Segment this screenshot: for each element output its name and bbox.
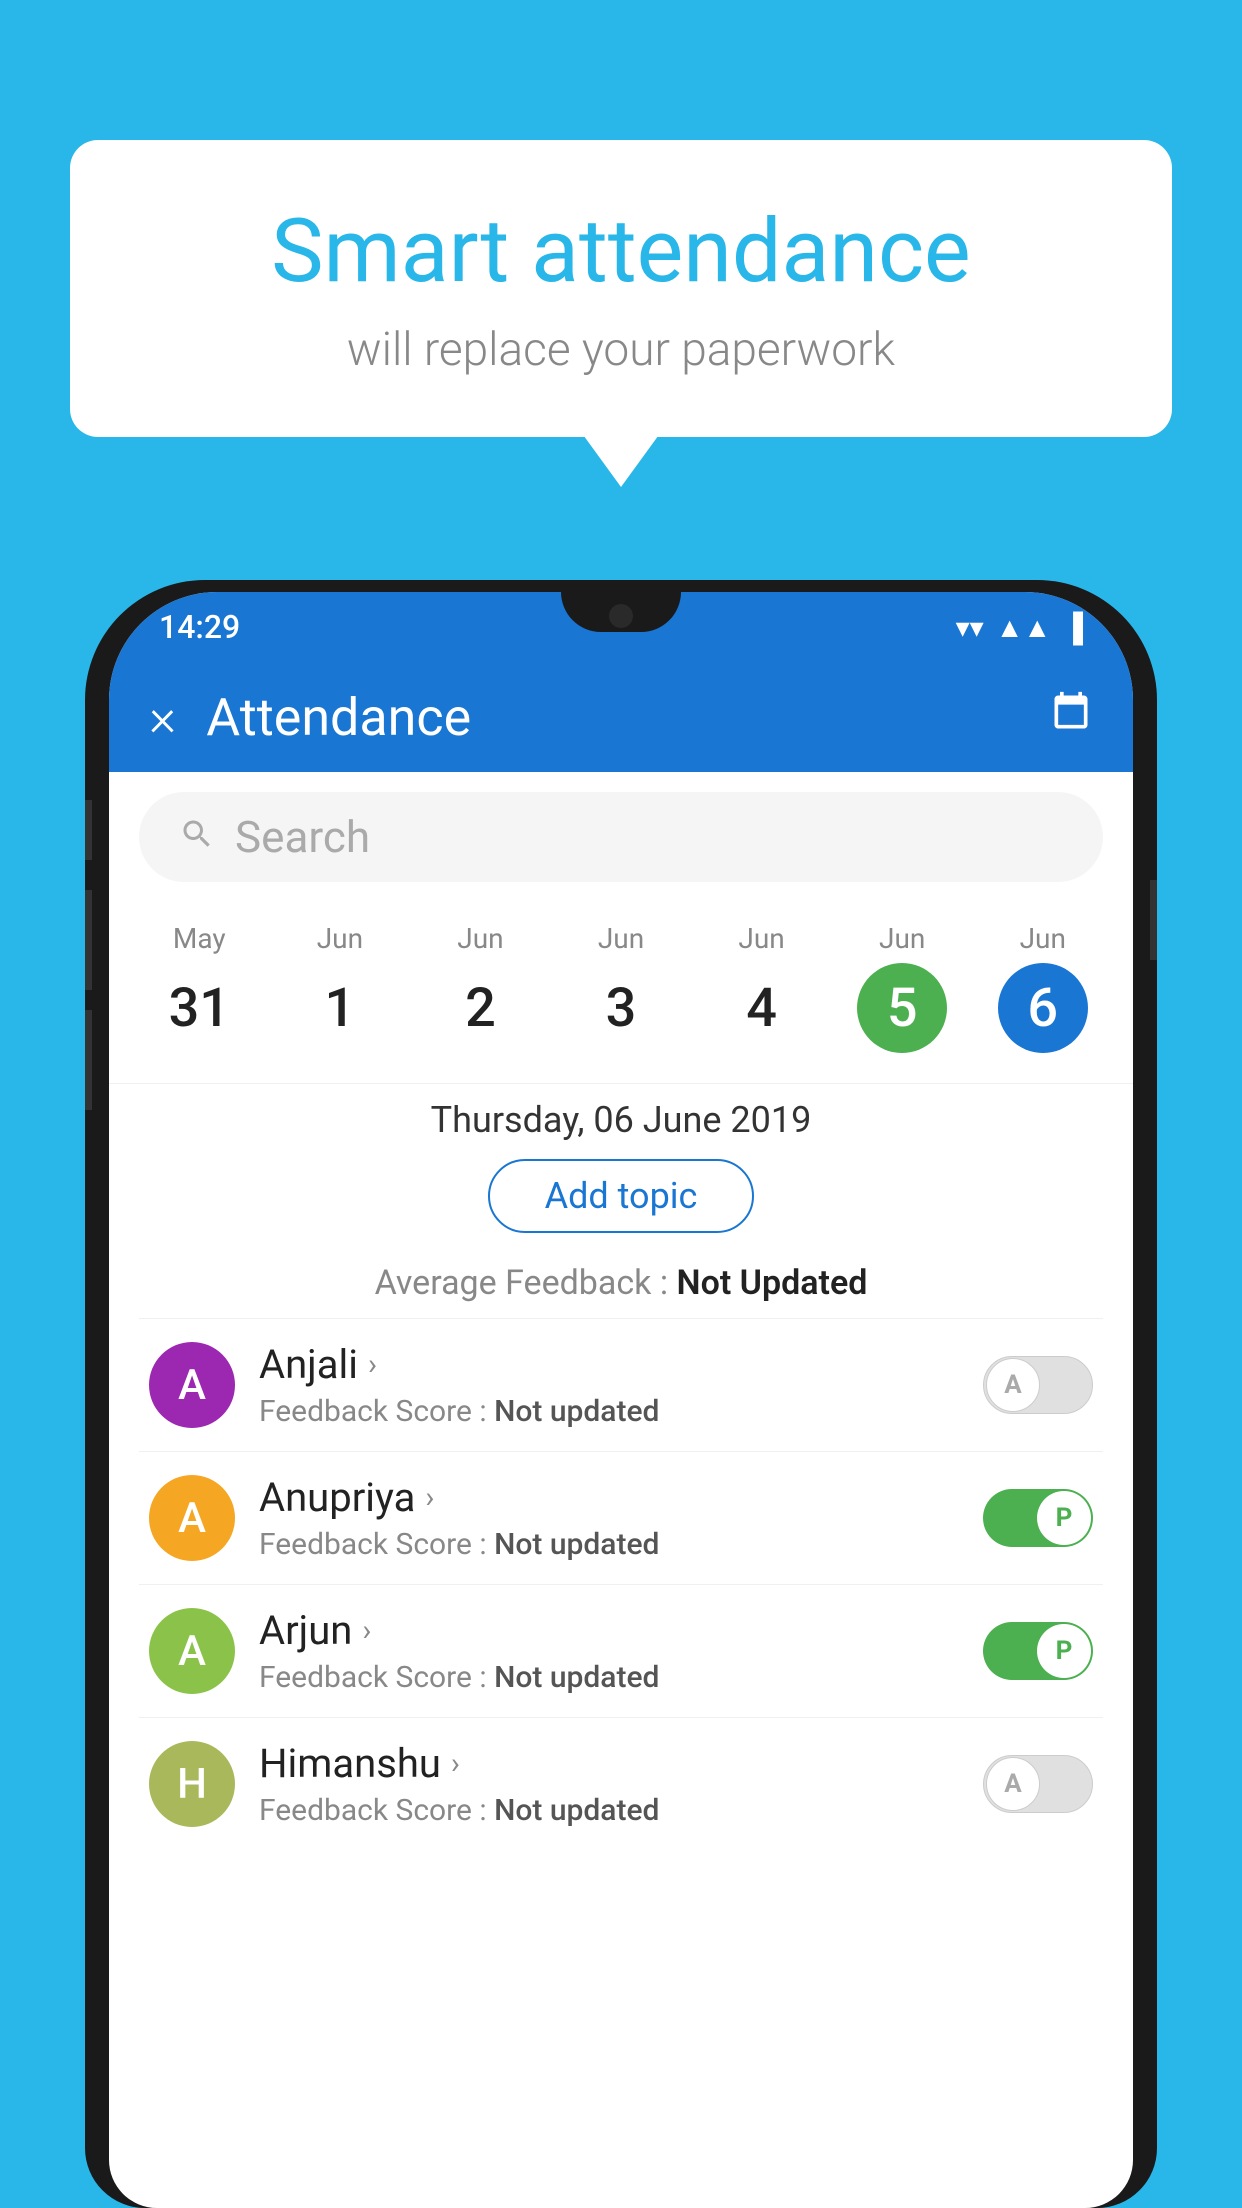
volume-up-button xyxy=(85,890,92,990)
student-info: Himanshu › Feedback Score : Not updated xyxy=(259,1740,959,1828)
signal-icon: ▲▲ xyxy=(996,611,1051,644)
status-time: 14:29 xyxy=(159,608,240,646)
student-feedback: Feedback Score : Not updated xyxy=(259,1660,959,1695)
student-avatar: H xyxy=(149,1741,235,1827)
toggle-switch[interactable]: A xyxy=(983,1356,1093,1414)
search-bar[interactable]: Search xyxy=(139,792,1103,882)
avg-feedback-value: Not Updated xyxy=(677,1263,868,1303)
search-placeholder: Search xyxy=(235,811,370,863)
chevron-icon: › xyxy=(425,1480,434,1515)
date-number[interactable]: 5 xyxy=(857,963,947,1053)
student-name: Himanshu › xyxy=(259,1740,959,1787)
student-name: Arjun › xyxy=(259,1607,959,1654)
app-bar-title: Attendance xyxy=(206,687,1049,748)
front-camera xyxy=(609,604,633,628)
student-info: Anupriya › Feedback Score : Not updated xyxy=(259,1474,959,1562)
calendar-icon[interactable] xyxy=(1049,690,1093,745)
student-info: Anjali › Feedback Score : Not updated xyxy=(259,1341,959,1429)
month-label: Jun xyxy=(879,922,925,955)
student-list: AAnjali ›Feedback Score : Not updatedAAA… xyxy=(109,1318,1133,1850)
volume-silent-button xyxy=(85,800,92,860)
speech-bubble-container: Smart attendance will replace your paper… xyxy=(70,140,1172,437)
close-button[interactable]: × xyxy=(149,687,176,748)
toggle-thumb: A xyxy=(986,1358,1040,1412)
student-item[interactable]: H Himanshu › Feedback Score : Not updated A xyxy=(139,1717,1103,1850)
attendance-toggle[interactable]: A xyxy=(983,1356,1093,1414)
toggle-switch[interactable]: P xyxy=(983,1622,1093,1680)
date-col[interactable]: Jun 1 xyxy=(270,912,411,1063)
month-label: Jun xyxy=(457,922,503,955)
student-feedback: Feedback Score : Not updated xyxy=(259,1394,959,1429)
toggle-thumb: P xyxy=(1037,1624,1091,1678)
attendance-toggle[interactable]: P xyxy=(983,1622,1093,1680)
student-item[interactable]: A Arjun › Feedback Score : Not updated P xyxy=(139,1584,1103,1717)
month-label: Jun xyxy=(598,922,644,955)
student-feedback: Feedback Score : Not updated xyxy=(259,1527,959,1562)
headline: Smart attendance xyxy=(150,200,1092,303)
date-col[interactable]: Jun 4 xyxy=(691,912,832,1063)
date-col[interactable]: Jun 6 xyxy=(972,912,1113,1063)
avg-feedback-label: Average Feedback : xyxy=(375,1263,677,1303)
chevron-icon: › xyxy=(451,1746,460,1781)
date-number[interactable]: 3 xyxy=(576,963,666,1053)
toggle-switch[interactable]: A xyxy=(983,1755,1093,1813)
avg-feedback: Average Feedback : Not Updated xyxy=(109,1248,1133,1318)
search-icon xyxy=(179,811,215,863)
toggle-thumb: A xyxy=(986,1757,1040,1811)
attendance-toggle[interactable]: P xyxy=(983,1489,1093,1547)
chevron-icon: › xyxy=(362,1613,371,1648)
student-name: Anjali › xyxy=(259,1341,959,1388)
student-item[interactable]: A Anupriya › Feedback Score : Not updated P xyxy=(139,1451,1103,1584)
month-label: Jun xyxy=(738,922,784,955)
student-name: Anupriya › xyxy=(259,1474,959,1521)
date-number[interactable]: 4 xyxy=(717,963,807,1053)
student-feedback: Feedback Score : Not updated xyxy=(259,1793,959,1828)
add-topic-button[interactable]: Add topic xyxy=(488,1159,755,1233)
student-avatar: A xyxy=(149,1608,235,1694)
phone-inner: 14:29 ▾▾ ▲▲ ▐ × Attendance xyxy=(97,592,1145,2208)
student-avatar: A xyxy=(149,1475,235,1561)
battery-icon: ▐ xyxy=(1063,611,1083,644)
chevron-icon: › xyxy=(368,1347,377,1382)
app-bar: × Attendance xyxy=(109,662,1133,772)
date-col[interactable]: May 31 xyxy=(129,912,270,1063)
date-col[interactable]: Jun 3 xyxy=(551,912,692,1063)
calendar-row: May 31 Jun 1 Jun 2 Jun 3 Jun 4 Jun 5 Jun 6 xyxy=(109,902,1133,1083)
status-icons: ▾▾ ▲▲ ▐ xyxy=(956,611,1083,644)
month-label: Jun xyxy=(317,922,363,955)
power-button xyxy=(1150,880,1157,960)
screen: 14:29 ▾▾ ▲▲ ▐ × Attendance xyxy=(109,592,1133,2208)
toggle-switch[interactable]: P xyxy=(983,1489,1093,1547)
date-number[interactable]: 1 xyxy=(295,963,385,1053)
date-number[interactable]: 31 xyxy=(154,963,244,1053)
month-label: May xyxy=(173,922,226,955)
subtext: will replace your paperwork xyxy=(150,323,1092,377)
date-col[interactable]: Jun 5 xyxy=(832,912,973,1063)
student-item[interactable]: A Anjali › Feedback Score : Not updated A xyxy=(139,1318,1103,1451)
toggle-thumb: P xyxy=(1037,1491,1091,1545)
phone-frame: 14:29 ▾▾ ▲▲ ▐ × Attendance xyxy=(85,580,1157,2208)
date-number[interactable]: 2 xyxy=(435,963,525,1053)
volume-down-button xyxy=(85,1010,92,1110)
wifi-icon: ▾▾ xyxy=(956,611,984,644)
selected-date-info: Thursday, 06 June 2019 Add topic xyxy=(109,1083,1133,1248)
month-label: Jun xyxy=(1020,922,1066,955)
date-number[interactable]: 6 xyxy=(998,963,1088,1053)
date-col[interactable]: Jun 2 xyxy=(410,912,551,1063)
student-info: Arjun › Feedback Score : Not updated xyxy=(259,1607,959,1695)
speech-bubble: Smart attendance will replace your paper… xyxy=(70,140,1172,437)
attendance-toggle[interactable]: A xyxy=(983,1755,1093,1813)
selected-date-text: Thursday, 06 June 2019 xyxy=(129,1099,1113,1141)
student-avatar: A xyxy=(149,1342,235,1428)
